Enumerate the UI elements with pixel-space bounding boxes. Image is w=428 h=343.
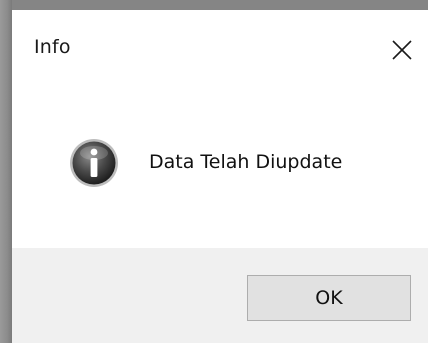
background-window-frame-left xyxy=(0,0,12,343)
dialog-titlebar[interactable]: Info xyxy=(12,10,428,82)
dialog-message: Data Telah Diupdate xyxy=(149,151,343,173)
dialog-content: Data Telah Diupdate xyxy=(12,82,428,248)
background-window-frame-top xyxy=(0,0,428,10)
message-dialog: Info Data Telah Diupdate OK xyxy=(12,10,428,343)
dialog-footer: OK xyxy=(12,248,428,343)
ok-button[interactable]: OK xyxy=(247,275,411,321)
dialog-title: Info xyxy=(34,36,71,58)
close-icon[interactable] xyxy=(390,38,414,62)
information-icon xyxy=(70,139,118,187)
